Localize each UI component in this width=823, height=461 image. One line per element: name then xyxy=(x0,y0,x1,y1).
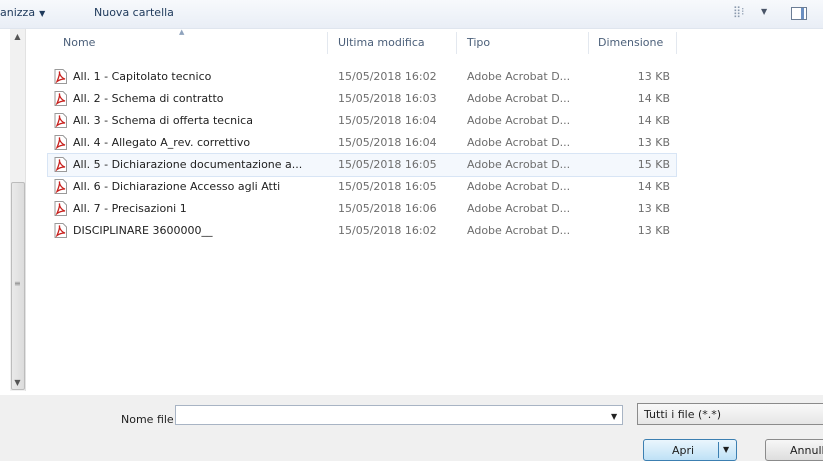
file-type: Adobe Acrobat D... xyxy=(467,158,571,171)
pdf-icon xyxy=(54,91,67,106)
vertical-scrollbar[interactable]: ▲ ≡ ▼ xyxy=(10,29,26,391)
file-row-selected[interactable]: All. 5 - Dichiarazione documentazione a.… xyxy=(47,153,677,177)
column-header-type[interactable]: Tipo xyxy=(467,36,490,49)
open-button-label: Apri xyxy=(672,444,695,457)
filename-dropdown-icon[interactable]: ▼ xyxy=(611,412,617,421)
pdf-icon xyxy=(54,113,67,128)
file-type: Adobe Acrobat D... xyxy=(467,224,571,237)
column-divider[interactable] xyxy=(588,32,589,54)
filename-input[interactable] xyxy=(175,405,623,425)
file-list: All. 1 - Capitolato tecnico 15/05/2018 1… xyxy=(47,66,677,242)
file-type: Adobe Acrobat D... xyxy=(467,114,571,127)
file-row[interactable]: DISCIPLINARE 3600000__ 15/05/2018 16:02 … xyxy=(48,220,676,242)
preview-pane-icon[interactable] xyxy=(791,7,807,20)
file-date: 15/05/2018 16:02 xyxy=(338,70,437,83)
column-header-size[interactable]: Dimensione xyxy=(598,36,663,49)
pdf-icon xyxy=(54,69,67,84)
column-divider[interactable] xyxy=(456,32,457,54)
column-header-date[interactable]: Ultima modifica xyxy=(338,36,425,49)
file-size: 14 KB xyxy=(637,180,670,193)
file-name: All. 4 - Allegato A_rev. correttivo xyxy=(73,136,251,149)
view-options-arrow-icon[interactable]: ▼ xyxy=(761,7,767,16)
file-row[interactable]: All. 6 - Dichiarazione Accesso agli Atti… xyxy=(48,176,676,198)
file-name: All. 6 - Dichiarazione Accesso agli Atti xyxy=(73,180,281,193)
toolbar: anizza ▼ Nuova cartella ⣿⁝ ▼ xyxy=(0,0,823,29)
file-name: All. 2 - Schema di contratto xyxy=(73,92,224,105)
file-date: 15/05/2018 16:02 xyxy=(338,224,437,237)
file-row[interactable]: All. 3 - Schema di offerta tecnica 15/05… xyxy=(48,110,676,132)
pdf-icon xyxy=(54,157,67,172)
pdf-icon xyxy=(54,179,67,194)
cancel-button[interactable]: Annulla xyxy=(765,439,823,461)
file-name: All. 7 - Precisazioni 1 xyxy=(73,202,187,215)
file-row[interactable]: All. 1 - Capitolato tecnico 15/05/2018 1… xyxy=(48,66,676,88)
column-header-name[interactable]: Nome xyxy=(63,36,95,49)
file-size: 13 KB xyxy=(637,136,670,149)
file-name: DISCIPLINARE 3600000__ xyxy=(73,224,213,237)
scroll-down-icon[interactable]: ▼ xyxy=(10,375,25,391)
file-date: 15/05/2018 16:06 xyxy=(338,202,437,215)
open-options-arrow-icon[interactable]: ▼ xyxy=(723,445,729,454)
button-divider xyxy=(718,442,719,458)
file-size: 15 KB xyxy=(637,158,670,171)
view-options-icon[interactable]: ⣿⁝ xyxy=(733,5,745,18)
file-name: All. 3 - Schema di offerta tecnica xyxy=(73,114,253,127)
file-size: 13 KB xyxy=(637,224,670,237)
scroll-up-icon[interactable]: ▲ xyxy=(10,29,25,45)
organize-menu[interactable]: anizza ▼ xyxy=(0,6,45,19)
file-type: Adobe Acrobat D... xyxy=(467,202,571,215)
file-date: 15/05/2018 16:05 xyxy=(338,158,437,171)
file-date: 15/05/2018 16:04 xyxy=(338,136,437,149)
file-type: Adobe Acrobat D... xyxy=(467,70,571,83)
organize-label: anizza xyxy=(0,6,36,19)
file-name: All. 1 - Capitolato tecnico xyxy=(73,70,212,83)
file-date: 15/05/2018 16:03 xyxy=(338,92,437,105)
column-divider[interactable] xyxy=(327,32,328,54)
file-name: All. 5 - Dichiarazione documentazione a.… xyxy=(73,158,303,171)
file-size: 14 KB xyxy=(637,92,670,105)
filename-label: Nome file: xyxy=(121,413,178,426)
column-divider[interactable] xyxy=(676,32,677,54)
file-size: 14 KB xyxy=(637,114,670,127)
pdf-icon xyxy=(54,223,67,238)
pdf-icon xyxy=(54,135,67,150)
sort-ascending-icon: ▲ xyxy=(179,28,185,36)
file-row[interactable]: All. 2 - Schema di contratto 15/05/2018 … xyxy=(48,88,676,110)
open-button[interactable]: Apri ▼ xyxy=(643,439,737,461)
file-row[interactable]: All. 7 - Precisazioni 1 15/05/2018 16:06… xyxy=(48,198,676,220)
scroll-grip-icon: ≡ xyxy=(14,279,21,288)
file-type: Adobe Acrobat D... xyxy=(467,136,571,149)
file-date: 15/05/2018 16:05 xyxy=(338,180,437,193)
file-size: 13 KB xyxy=(637,70,670,83)
file-row[interactable]: All. 4 - Allegato A_rev. correttivo 15/0… xyxy=(48,132,676,154)
file-type-filter[interactable]: Tutti i file (*.*) xyxy=(637,403,823,425)
new-folder-button[interactable]: Nuova cartella xyxy=(94,6,174,19)
scrollbar-thumb[interactable]: ≡ xyxy=(11,182,25,390)
file-size: 13 KB xyxy=(637,202,670,215)
file-date: 15/05/2018 16:04 xyxy=(338,114,437,127)
pdf-icon xyxy=(54,201,67,216)
chevron-down-icon: ▼ xyxy=(39,9,46,18)
file-type: Adobe Acrobat D... xyxy=(467,92,571,105)
file-type: Adobe Acrobat D... xyxy=(467,180,571,193)
